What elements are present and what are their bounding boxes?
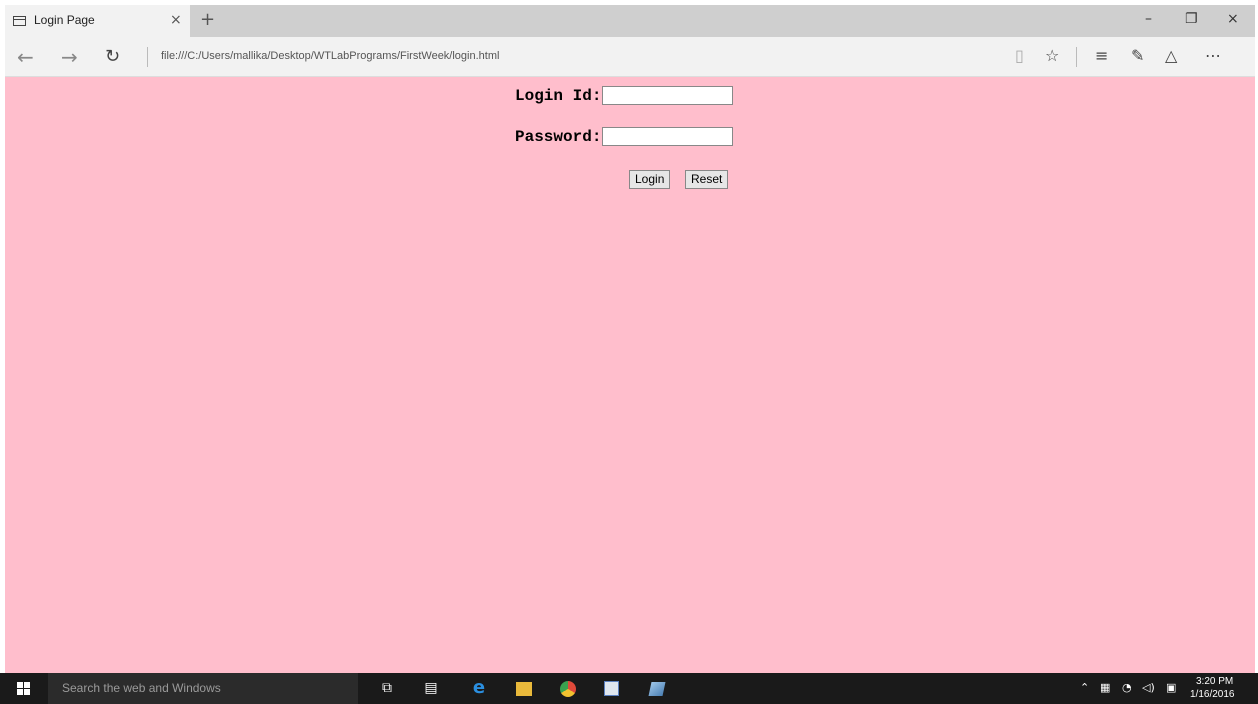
screen: Login Page × + – ❐ × ← → ↻ file:///C:/Us… (0, 0, 1258, 704)
close-window-icon[interactable]: × (1227, 11, 1239, 27)
task-view-icon[interactable]: ⧉ (376, 677, 398, 699)
store-icon[interactable]: ▤ (420, 677, 442, 699)
more-icon[interactable]: ⋯ (1205, 46, 1221, 65)
password-input[interactable] (602, 127, 734, 146)
toolbar-divider (1076, 47, 1077, 67)
login-id-label: Login Id: (515, 86, 602, 105)
restore-icon[interactable]: ❐ (1185, 11, 1198, 27)
close-tab-icon[interactable]: × (170, 12, 182, 28)
file-explorer-icon[interactable] (516, 682, 532, 696)
chrome-icon[interactable] (560, 681, 576, 697)
word-icon[interactable] (604, 681, 619, 696)
tab-page-icon (13, 16, 26, 26)
tab-bar: Login Page × + – ❐ × (5, 5, 1255, 37)
clock-time[interactable]: 3:20 PM (1196, 676, 1233, 687)
clock-date[interactable]: 1/16/2016 (1190, 689, 1235, 700)
search-placeholder: Search the web and Windows (62, 681, 221, 695)
login-button[interactable]: Login (629, 170, 671, 189)
volume-icon[interactable]: ◁) (1142, 681, 1155, 694)
web-note-icon[interactable]: ✎ (1131, 46, 1144, 65)
hub-icon[interactable]: ≡ (1095, 46, 1108, 65)
minimize-icon[interactable]: – (1145, 11, 1152, 27)
taskbar-search[interactable]: Search the web and Windows (48, 673, 358, 704)
forward-arrow-icon[interactable]: → (61, 45, 78, 69)
edge-icon[interactable]: e (468, 677, 490, 699)
reset-button[interactable]: Reset (685, 170, 729, 189)
taskbar: Search the web and Windows ⧉ ▤ e ⌃ ▦ ◔ ◁… (0, 673, 1258, 704)
show-hidden-icon[interactable]: ⌃ (1080, 681, 1089, 694)
windows-start-icon[interactable] (17, 682, 31, 696)
network-icon[interactable]: ▦ (1100, 681, 1110, 694)
address-bar: ← → ↻ file:///C:/Users/mallika/Desktop/W… (5, 37, 1255, 77)
login-id-row: Login Id: (515, 86, 734, 105)
login-id-input[interactable] (602, 86, 734, 105)
refresh-icon[interactable]: ↻ (105, 46, 120, 67)
app-icon[interactable] (648, 682, 666, 696)
reading-view-icon[interactable]: ▯ (1015, 46, 1024, 65)
tab-login-page[interactable]: Login Page × (5, 5, 190, 37)
share-icon[interactable]: △ (1165, 46, 1177, 65)
password-row: Password: (515, 127, 734, 146)
browser-window: Login Page × + – ❐ × ← → ↻ file:///C:/Us… (5, 5, 1255, 673)
back-arrow-icon[interactable]: ← (17, 45, 34, 69)
address-divider (147, 47, 148, 67)
new-tab-icon[interactable]: + (200, 9, 215, 30)
password-label: Password: (515, 127, 602, 146)
notifications-icon[interactable]: ▣ (1166, 681, 1176, 694)
address-url[interactable]: file:///C:/Users/mallika/Desktop/WTLabPr… (161, 50, 499, 62)
wifi-icon[interactable]: ◔ (1122, 681, 1132, 694)
page-content: Login Id: Password: Login Reset (5, 77, 1255, 673)
tab-title: Login Page (34, 13, 95, 27)
favorite-star-icon[interactable]: ☆ (1045, 46, 1059, 65)
